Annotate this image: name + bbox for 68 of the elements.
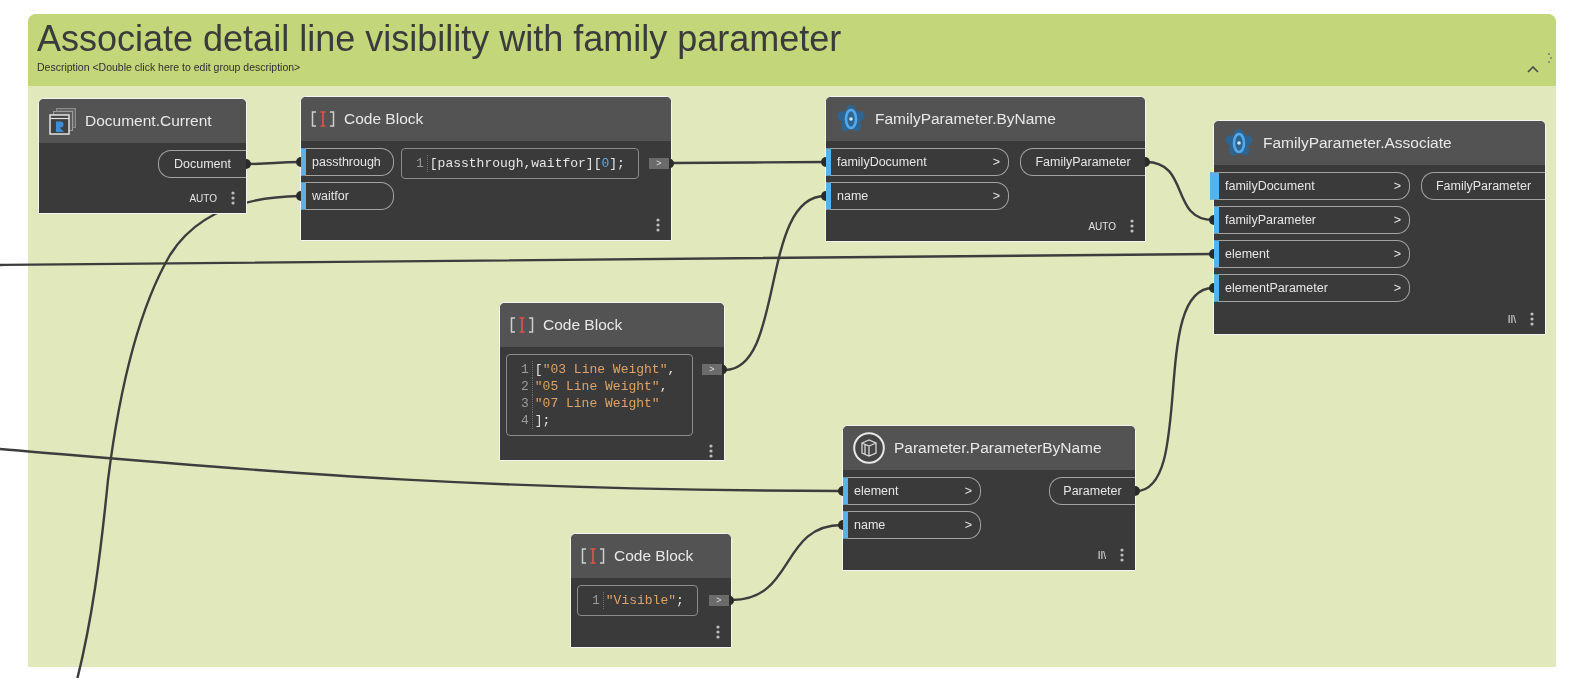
input-port[interactable]: elementParameter > bbox=[1214, 274, 1410, 302]
line-number: 1 bbox=[402, 155, 428, 172]
input-port[interactable]: familyDocument > bbox=[826, 148, 1009, 176]
cube-icon bbox=[853, 432, 885, 464]
group-title: Associate detail line visibility with family parameter bbox=[37, 18, 842, 60]
more-icon[interactable] bbox=[656, 218, 660, 232]
code-line: "07 Line Weight" bbox=[533, 395, 661, 412]
node-title: Code Block bbox=[344, 110, 424, 128]
node-card[interactable]: FamilyParameter.ByName familyDocument > name > FamilyParameter AUTO bbox=[825, 96, 1146, 242]
code-editor[interactable]: 1 [passthrough,waitfor][0]; bbox=[401, 148, 639, 179]
node-card[interactable]: FamilyParameter.Associate familyDocument > familyParameter > element > elementParameter > FamilyParameter II\ bbox=[1213, 120, 1546, 335]
more-icon[interactable] bbox=[1120, 548, 1124, 562]
input-port[interactable]: name > bbox=[826, 182, 1009, 210]
lacing-label: AUTO bbox=[189, 192, 217, 204]
output-port[interactable]: > bbox=[649, 158, 669, 169]
more-icon[interactable] bbox=[1530, 312, 1534, 326]
collapse-icon[interactable] bbox=[1527, 66, 1539, 73]
lacing-label: AUTO bbox=[1088, 220, 1116, 232]
line-number: 4 bbox=[507, 412, 533, 429]
input-port[interactable]: familyDocument > bbox=[1210, 172, 1410, 200]
code-line: "Visible"; bbox=[604, 592, 685, 609]
bracket-cursor-icon bbox=[510, 317, 534, 333]
node-card[interactable]: Code Block 1 "Visible"; > bbox=[570, 533, 732, 648]
more-icon[interactable] bbox=[1130, 219, 1134, 233]
input-port[interactable]: element > bbox=[1214, 240, 1410, 268]
code-line: "05 Line Weight", bbox=[533, 378, 669, 395]
lacing-label: II\ bbox=[1507, 313, 1516, 325]
code-editor[interactable]: 1 ["03 Line Weight", 2 "05 Line Weight", 3 "07 Line Weight" 4 ]; bbox=[506, 354, 693, 436]
node-title: Parameter.ParameterByName bbox=[894, 439, 1102, 457]
document-icon bbox=[49, 107, 76, 135]
line-number: 1 bbox=[578, 592, 604, 609]
grip-icon[interactable] bbox=[1548, 53, 1552, 63]
node-card[interactable]: Document.Current Document AUTO bbox=[38, 98, 247, 214]
output-port[interactable]: > bbox=[702, 364, 722, 375]
code-line: ]; bbox=[533, 412, 552, 429]
input-port[interactable]: waitfor bbox=[301, 182, 394, 210]
node-card[interactable]: Code Block 1 ["03 Line Weight", 2 "05 Line Weight", 3 "07 Line Weight" 4 ]; > bbox=[499, 302, 725, 461]
bracket-cursor-icon bbox=[311, 111, 335, 127]
node-card[interactable]: Code Block passthrough waitfor 1 [passthrough,waitfor][0]; > bbox=[300, 96, 672, 241]
group-description[interactable]: Description <Double click here to edit group description> bbox=[37, 60, 301, 74]
output-port[interactable]: > bbox=[709, 595, 729, 606]
code-line: ["03 Line Weight", bbox=[533, 361, 677, 378]
node-title: Code Block bbox=[543, 316, 623, 334]
more-icon[interactable] bbox=[231, 191, 235, 205]
node-card[interactable]: Parameter.ParameterByName element > name > Parameter II\ bbox=[842, 425, 1136, 571]
line-number: 1 bbox=[507, 361, 533, 378]
node-title: FamilyParameter.Associate bbox=[1263, 134, 1452, 152]
node-title: FamilyParameter.ByName bbox=[875, 110, 1056, 128]
node-title: Document.Current bbox=[85, 112, 212, 130]
bracket-cursor-icon bbox=[581, 548, 605, 564]
node-title: Code Block bbox=[614, 547, 694, 565]
line-number: 3 bbox=[507, 395, 533, 412]
output-port[interactable]: Parameter bbox=[1049, 477, 1135, 505]
more-icon[interactable] bbox=[716, 625, 720, 639]
output-port[interactable]: FamilyParameter bbox=[1421, 172, 1545, 200]
output-port[interactable]: Document bbox=[158, 150, 246, 178]
input-port[interactable]: element > bbox=[843, 477, 981, 505]
flower-icon bbox=[836, 104, 866, 134]
line-number: 2 bbox=[507, 378, 533, 395]
input-port[interactable]: passthrough bbox=[301, 148, 394, 176]
code-line: [passthrough,waitfor][0]; bbox=[428, 155, 626, 172]
more-icon[interactable] bbox=[709, 444, 713, 458]
input-port[interactable]: name > bbox=[843, 511, 981, 539]
code-editor[interactable]: 1 "Visible"; bbox=[577, 585, 698, 616]
flower-icon bbox=[1224, 128, 1254, 158]
input-port[interactable]: familyParameter > bbox=[1214, 206, 1410, 234]
lacing-label: II\ bbox=[1097, 549, 1106, 561]
output-port[interactable]: FamilyParameter bbox=[1020, 148, 1145, 176]
